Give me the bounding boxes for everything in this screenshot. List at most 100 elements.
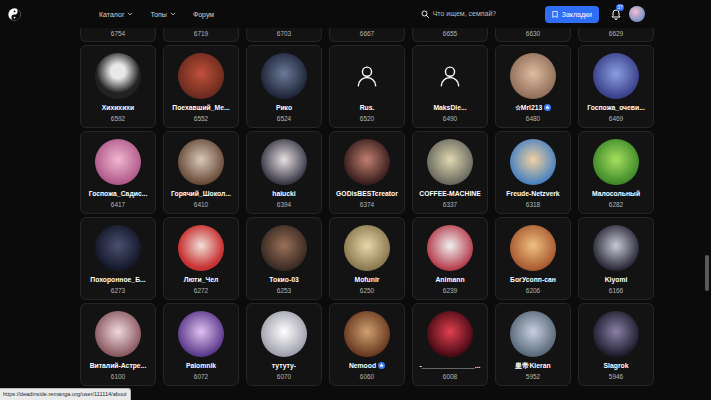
user-card[interactable]: Freude-Netzverk6318 (495, 131, 571, 214)
yin-yang-logo-icon[interactable] (8, 8, 21, 21)
user-name[interactable]: Kiyomi (605, 274, 628, 285)
user-card[interactable]: -______________...6008 (412, 303, 488, 386)
user-name[interactable]: MaksDie... (433, 102, 466, 113)
user-card[interactable]: БогУсопп-сан6206 (495, 217, 571, 300)
user-card[interactable]: 6630 (495, 28, 571, 42)
user-name[interactable]: Госпожа_очеви... (587, 102, 645, 113)
user-card[interactable]: GODisBESTcreator6374 (329, 131, 405, 214)
user-avatar[interactable] (427, 225, 473, 271)
user-avatar[interactable] (593, 311, 639, 357)
user-name[interactable]: haiucki (272, 188, 295, 199)
menu-item[interactable]: Каталог (99, 9, 133, 20)
user-avatar[interactable] (593, 53, 639, 99)
user-card[interactable]: 6719 (163, 28, 239, 42)
user-card[interactable]: Малосольный6282 (578, 131, 654, 214)
user-card[interactable]: 6667 (329, 28, 405, 42)
user-card[interactable]: Palomnik6072 (163, 303, 239, 386)
user-avatar[interactable] (178, 311, 224, 357)
user-avatar[interactable] (344, 139, 390, 185)
user-card[interactable]: Mofunir6250 (329, 217, 405, 300)
user-name[interactable]: Nemood (349, 360, 376, 371)
user-avatar[interactable] (95, 225, 141, 271)
user-avatar[interactable] (344, 225, 390, 271)
user-card[interactable]: Госпожа_Садис...6417 (80, 131, 156, 214)
user-avatar[interactable] (427, 53, 473, 99)
user-name[interactable]: Mofunir (355, 274, 380, 285)
user-name[interactable]: Люти_Чел (184, 274, 219, 285)
scrollbar-thumb[interactable] (705, 255, 709, 291)
user-card[interactable]: тутуту-6070 (246, 303, 322, 386)
profile-avatar[interactable] (629, 6, 645, 22)
notifications[interactable]: 37 (611, 8, 621, 20)
user-card[interactable]: Поехавший_Ме...6552 (163, 45, 239, 128)
user-name[interactable]: GODisBESTcreator (336, 188, 398, 199)
user-name[interactable]: Рико (276, 102, 292, 113)
user-card[interactable]: Горячий_Шокол...6410 (163, 131, 239, 214)
user-card[interactable]: Госпожа_очеви...6469 (578, 45, 654, 128)
user-avatar[interactable] (510, 311, 556, 357)
user-name[interactable]: Похоронное_Б... (90, 274, 145, 285)
user-card[interactable]: 6754 (80, 28, 156, 42)
user-card[interactable]: ☆Mrl2136480 (495, 45, 571, 128)
user-card[interactable]: 皇帝Kieran5952 (495, 303, 571, 386)
user-name[interactable]: Freude-Netzverk (506, 188, 559, 199)
menu-item[interactable]: Форум (193, 9, 214, 20)
user-avatar[interactable] (344, 311, 390, 357)
user-avatar[interactable] (510, 53, 556, 99)
user-avatar[interactable] (261, 53, 307, 99)
user-avatar[interactable] (261, 225, 307, 271)
user-avatar[interactable] (510, 225, 556, 271)
user-avatar[interactable] (427, 139, 473, 185)
user-avatar[interactable] (261, 139, 307, 185)
user-name[interactable]: Госпожа_Садис... (89, 188, 148, 199)
user-card[interactable]: MaksDie...6490 (412, 45, 488, 128)
user-name[interactable]: COFFEE-MACHINE (419, 188, 481, 199)
user-avatar[interactable] (95, 53, 141, 99)
user-avatar[interactable] (95, 139, 141, 185)
user-avatar[interactable] (593, 225, 639, 271)
user-avatar[interactable] (344, 53, 390, 99)
user-card[interactable]: Похоронное_Б...6273 (80, 217, 156, 300)
user-name[interactable]: -______________... (420, 360, 481, 371)
user-name[interactable]: Animann (435, 274, 464, 285)
user-name[interactable]: Токио-03 (269, 274, 298, 285)
user-card[interactable]: haiucki6394 (246, 131, 322, 214)
user-name[interactable]: Palomnik (186, 360, 216, 371)
user-card[interactable]: Kiyomi6166 (578, 217, 654, 300)
user-name[interactable]: ☆Mrl213 (515, 102, 543, 113)
user-avatar[interactable] (593, 139, 639, 185)
user-name[interactable]: Поехавший_Ме... (172, 102, 229, 113)
user-avatar[interactable] (510, 139, 556, 185)
user-card[interactable]: Slagrok5946 (578, 303, 654, 386)
menu-item[interactable]: Топы (150, 9, 175, 20)
search-input[interactable] (433, 9, 537, 20)
user-avatar[interactable] (427, 311, 473, 357)
user-name[interactable]: Горячий_Шокол... (171, 188, 231, 199)
user-card[interactable]: Виталий-Астре...6100 (80, 303, 156, 386)
user-avatar[interactable] (178, 53, 224, 99)
bookmarks-button[interactable]: Закладки (545, 6, 599, 23)
user-name[interactable]: Хихихихи (102, 102, 135, 113)
user-card[interactable]: Люти_Чел6272 (163, 217, 239, 300)
user-card[interactable]: 6629 (578, 28, 654, 42)
user-card[interactable]: Animann6239 (412, 217, 488, 300)
user-name[interactable]: Slagrok (604, 360, 629, 371)
user-card[interactable]: Рико6524 (246, 45, 322, 128)
user-name[interactable]: Rus. (360, 102, 375, 113)
user-card[interactable]: Rus.6520 (329, 45, 405, 128)
user-card[interactable]: COFFEE-MACHINE6337 (412, 131, 488, 214)
user-name[interactable]: Малосольный (592, 188, 640, 199)
user-name[interactable]: БогУсопп-сан (510, 274, 556, 285)
user-name[interactable]: 皇帝Kieran (515, 360, 550, 371)
user-name[interactable]: Виталий-Астре... (90, 360, 147, 371)
user-card[interactable]: 6655 (412, 28, 488, 42)
user-card[interactable]: Токио-036253 (246, 217, 322, 300)
user-avatar[interactable] (178, 139, 224, 185)
user-card[interactable]: Nemood6060 (329, 303, 405, 386)
user-name[interactable]: тутуту- (272, 360, 296, 371)
search-box[interactable] (421, 9, 537, 20)
user-avatar[interactable] (178, 225, 224, 271)
user-avatar[interactable] (261, 311, 307, 357)
user-card[interactable]: Хихихихи6592 (80, 45, 156, 128)
user-card[interactable]: 6703 (246, 28, 322, 42)
